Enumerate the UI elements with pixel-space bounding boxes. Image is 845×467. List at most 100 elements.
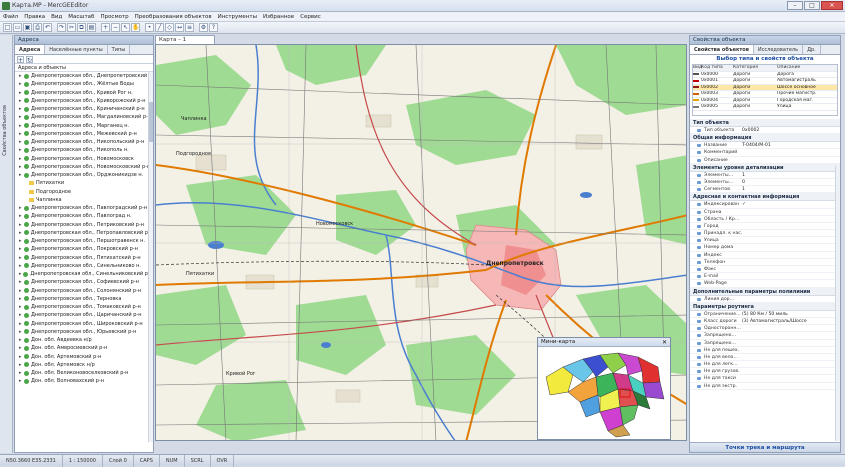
property-value[interactable]: 1 <box>742 172 840 178</box>
property-row[interactable]: Не для легк… <box>690 361 840 369</box>
zoom-out-icon[interactable]: − <box>111 23 120 32</box>
tree-node-item[interactable]: ▸ Дон. обл. Амвросиевский р-н <box>15 344 153 352</box>
type-row[interactable]: 0x0005 Дороги Улица <box>693 104 837 111</box>
tree-node-item[interactable]: ▸ Дон. обл. Авдеевка н/р <box>15 336 153 344</box>
property-row[interactable]: Не для вело… <box>690 354 840 362</box>
tree-node-item[interactable]: ▸ Днепропетровская обл., Межевский р-н <box>15 130 153 138</box>
property-row[interactable]: Не для грузов. <box>690 368 840 376</box>
tab-1[interactable]: Населённые пункты <box>45 45 108 54</box>
property-value[interactable]: (5) 80 Км / 50 миль <box>742 311 840 317</box>
tree-node-item[interactable]: ▸ Днепропетровская обл., Новомосковский р… <box>15 163 153 171</box>
property-row[interactable]: Страна <box>690 209 840 216</box>
menu-item-7[interactable]: Избранное <box>263 12 294 21</box>
property-row[interactable]: Ограничение… (5) 80 Км / 50 миль <box>690 311 840 318</box>
draw-line-icon[interactable]: ╱ <box>155 23 164 32</box>
property-row[interactable]: Город <box>690 223 840 231</box>
property-row[interactable]: Индекс <box>690 252 840 259</box>
property-value[interactable] <box>742 216 840 222</box>
property-value[interactable] <box>742 237 840 243</box>
property-value[interactable]: ✓ <box>742 201 840 207</box>
tree-leaf-item[interactable]: Чаплинка <box>15 196 153 204</box>
tree-leaf-item[interactable]: Подгородное <box>15 188 153 196</box>
property-value[interactable] <box>742 252 840 258</box>
property-row[interactable]: Односторонн… <box>690 325 840 333</box>
properties-tab-1[interactable]: Исследователь <box>754 45 804 54</box>
property-value[interactable] <box>742 361 840 367</box>
tree-node-item[interactable]: ▸ Днепропетровская обл., Царичанский р-н <box>15 311 153 319</box>
property-row[interactable]: Телефон <box>690 259 840 266</box>
property-value[interactable] <box>742 149 840 155</box>
property-value[interactable] <box>742 223 840 229</box>
menu-item-3[interactable]: Масштаб <box>68 12 94 21</box>
property-value[interactable] <box>742 244 840 250</box>
refresh-icon[interactable]: ↻ <box>26 56 33 64</box>
layers-icon[interactable]: ≡ <box>185 23 194 32</box>
open-icon[interactable]: ▭ <box>13 23 22 32</box>
property-value[interactable] <box>742 280 840 286</box>
tree-node-item[interactable]: ▸ Дон. обл. Артемовский р-н <box>15 353 153 361</box>
select-icon[interactable]: ↖ <box>121 23 130 32</box>
help-icon[interactable]: ? <box>209 23 218 32</box>
tree-node-item[interactable]: ▸ Днепропетровская обл., Павлоградский р-… <box>15 204 153 212</box>
property-row[interactable]: Не для пешех. <box>690 347 840 354</box>
cut-icon[interactable]: ✂ <box>67 23 76 32</box>
zoom-in-icon[interactable]: + <box>101 23 110 32</box>
side-strip[interactable]: Свойства объектов <box>0 35 13 453</box>
property-row[interactable]: Комментарий <box>690 149 840 157</box>
map-document-tab[interactable]: Карта – 1 <box>155 35 215 44</box>
properties-tab-2[interactable]: Др. <box>803 45 821 54</box>
tree-scrollbar[interactable] <box>148 72 153 442</box>
property-value[interactable] <box>742 332 840 338</box>
settings-icon[interactable]: ⚙ <box>199 23 208 32</box>
property-row[interactable]: Принадл. к нас. <box>690 230 840 238</box>
property-row[interactable]: Индексирован ✓ <box>690 201 840 209</box>
menu-item-0[interactable]: Файл <box>3 12 18 21</box>
property-value[interactable] <box>742 209 840 215</box>
minimap-close-icon[interactable]: ✕ <box>662 338 667 347</box>
property-row[interactable]: Линия дор… <box>690 296 840 303</box>
tree-node-item[interactable]: ▸ Днепропетровская обл., Широковский р-н <box>15 320 153 328</box>
property-row[interactable]: Сегментов 1 <box>690 186 840 194</box>
tree-node-item[interactable]: ▸ Днепропетровская обл., Криничанский р-н <box>15 105 153 113</box>
property-row[interactable]: Область / Кр… <box>690 216 840 223</box>
property-group[interactable]: Адресная и контактная информация <box>690 193 840 202</box>
menu-item-6[interactable]: Инструменты <box>218 12 257 21</box>
tree-node-item[interactable]: ▸ Днепропетровская обл., Никополь н. <box>15 146 153 154</box>
draw-polygon-icon[interactable]: ◇ <box>165 23 174 32</box>
property-value[interactable] <box>742 273 840 279</box>
tree-scroll-thumb[interactable] <box>149 102 153 142</box>
property-value[interactable]: (3) Автомагистраль/Шоссе <box>742 318 840 324</box>
property-value[interactable] <box>742 266 840 272</box>
save-icon[interactable]: ▣ <box>23 23 32 32</box>
property-value[interactable] <box>742 340 840 346</box>
tree-node-item[interactable]: ▸ Днепропетровская обл., Терновка <box>15 295 153 303</box>
tree-node-item[interactable]: ▸ Днепропетровская обл., Петропавловский … <box>15 229 153 237</box>
tree-node-item[interactable]: ▸ Днепропетровская обл., Кривой Рог н. <box>15 89 153 97</box>
tree-leaf-item[interactable]: Пятихатки <box>15 179 153 187</box>
properties-tab-0[interactable]: Свойства объектов <box>690 45 754 54</box>
property-scrollbar[interactable] <box>835 166 840 441</box>
tree-node-item[interactable]: ▸ Днепропетровская обл., Софиевский р-н <box>15 278 153 286</box>
property-row[interactable]: Название T-0404/M-01 <box>690 142 840 150</box>
property-row[interactable]: E-mail <box>690 273 840 281</box>
tree-node-item[interactable]: ▸ Днепропетровская обл., Новомосковск <box>15 155 153 163</box>
paste-icon[interactable]: ▤ <box>87 23 96 32</box>
property-row[interactable]: Запрещено… <box>690 340 840 347</box>
tab-0[interactable]: Адреса <box>15 45 46 54</box>
property-value[interactable] <box>742 157 840 163</box>
copy-icon[interactable]: ⧉ <box>77 23 86 32</box>
property-value[interactable]: 0x0002 <box>742 127 840 133</box>
property-value[interactable] <box>742 230 840 236</box>
draw-point-icon[interactable]: • <box>145 23 154 32</box>
tree-node-item[interactable]: ▸ Днепропетровская обл., Синельниково н. <box>15 262 153 270</box>
property-row[interactable]: Номер дома <box>690 244 840 252</box>
tree-node-item[interactable]: ▸ Днепропетровская обл., Петриковский р-н <box>15 221 153 229</box>
property-value[interactable] <box>742 375 840 381</box>
property-value[interactable] <box>742 354 840 360</box>
property-value[interactable] <box>742 383 840 389</box>
property-row[interactable]: Описание <box>690 157 840 164</box>
menu-item-8[interactable]: Сервис <box>300 12 321 21</box>
tree-node-item[interactable]: ▸ Днепропетровская обл., Павлоград н. <box>15 212 153 220</box>
tree-node-item[interactable]: ▸ Днепропетровская обл., Магдалиновский р… <box>15 113 153 121</box>
tree-node-item[interactable]: ▸ Днепропетровская обл., Орджоникидзе н. <box>15 171 153 179</box>
